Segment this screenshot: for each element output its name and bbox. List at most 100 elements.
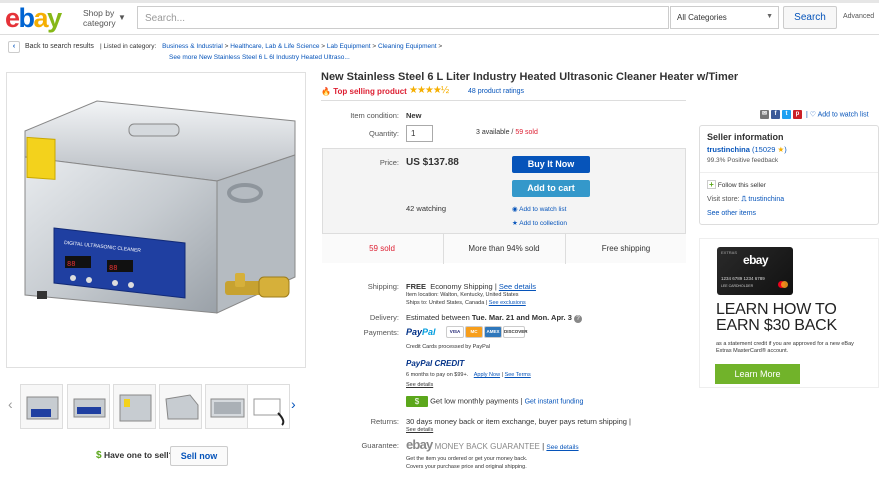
breadcrumb-item[interactable]: Lab Equipment [327, 43, 371, 50]
payments-label: Payments: [363, 328, 399, 337]
sell-now-button[interactable]: Sell now [170, 446, 228, 466]
top-stripe [0, 0, 879, 3]
thumb-prev-arrow[interactable]: ‹ [8, 396, 13, 412]
store-link[interactable]: trustinchina [748, 196, 784, 203]
breadcrumb-item[interactable]: Healthcare, Lab & Life Science [230, 43, 319, 50]
availability: 3 available / 59 sold [476, 129, 538, 136]
search-input[interactable]: Search... [137, 6, 669, 29]
product-title: New Stainless Steel 6 L Liter Industry H… [321, 71, 739, 83]
seller-info-heading: Seller information [707, 132, 784, 142]
stats-row: 59 sold More than 94% sold Free shipping [322, 233, 686, 264]
stat-percent-sold: More than 94% sold [468, 244, 540, 253]
thumbnail[interactable] [20, 384, 63, 429]
buy-it-now-button[interactable]: Buy It Now [512, 156, 590, 173]
plus-icon: + [707, 180, 716, 189]
ratings-link[interactable]: 48 product ratings [468, 88, 524, 95]
rating-stars: ★★★★½ [409, 85, 449, 96]
visa-icon: VISA [446, 326, 464, 338]
instant-funding-link[interactable]: Get instant funding [525, 398, 584, 405]
shop-by-category[interactable]: Shop by category ▼ [83, 8, 126, 28]
see-exclusions-link[interactable]: See exclusions [489, 300, 526, 306]
ebay-logo[interactable]: ebay [5, 5, 62, 32]
thumbnail[interactable] [247, 384, 290, 429]
money-back-guarantee: ebay MONEY BACK GUARANTEE | See details [406, 437, 579, 452]
guarantee-line2: Covers your purchase price and original … [406, 464, 527, 470]
eye-icon: ◉ [512, 206, 518, 213]
ad-subtext: as a statement credit if you are approve… [716, 341, 854, 354]
guarantee-label: Guarantee: [361, 441, 399, 450]
advanced-search-link[interactable]: Advanced [843, 13, 874, 20]
shipping-label: Shipping: [367, 282, 399, 291]
star-icon: ★ [512, 220, 518, 227]
ad-headline: LEARN HOW TO EARN $30 BACK [716, 301, 838, 334]
condition-label: Item condition: [350, 111, 399, 120]
paypal-see-details[interactable]: See details [406, 381, 433, 389]
guarantee-line1: Get the item you ordered or get your mon… [406, 456, 528, 462]
thumb-next-arrow[interactable]: › [291, 396, 296, 412]
heart-icon: ♡ [809, 111, 816, 119]
thumbnail[interactable] [113, 384, 156, 429]
returns-label: Returns: [370, 417, 399, 426]
returns-see-details[interactable]: See details [406, 426, 433, 434]
delivery-label: Delivery: [369, 313, 399, 322]
seller-info-box: Seller information trustinchina (15029 ★… [699, 125, 879, 225]
info-icon[interactable]: ? [574, 315, 582, 323]
svg-text:88: 88 [67, 261, 75, 269]
quantity-input[interactable]: 1 [406, 125, 433, 142]
have-one-to-sell: $ Have one to sell? [96, 450, 174, 461]
divider [700, 172, 878, 173]
visit-store: Visit store: ⎍ trustinchina [707, 196, 785, 203]
email-icon[interactable]: ✉ [760, 110, 769, 119]
seller-name-row: trustinchina (15029 ★) [707, 145, 787, 154]
see-more-link[interactable]: See more New Stainless Steel 6 L 6l Indu… [169, 54, 350, 61]
apply-now-link[interactable]: Apply Now [474, 372, 500, 378]
search-button[interactable]: Search [783, 6, 837, 29]
low-monthly-payments: $ Get low monthly payments | Get instant… [406, 396, 583, 407]
ships-to: Ships to: United States, Canada | See ex… [406, 300, 526, 306]
stat-free-shipping: Free shipping [601, 244, 651, 253]
thumbnail[interactable] [67, 384, 110, 429]
thumbnail[interactable] [205, 384, 248, 429]
delivery-value: Estimated between Tue. Mar. 21 and Mon. … [406, 313, 582, 323]
shipping-see-details[interactable]: See details [499, 282, 536, 291]
category-select[interactable]: All Categories ▼ [670, 6, 779, 29]
pinterest-icon[interactable]: p [793, 110, 802, 119]
share-add-watch-link[interactable]: Add to watch list [818, 111, 869, 118]
breadcrumb: | Listed in category: Business & Industr… [100, 43, 443, 61]
back-to-results[interactable]: ‹ Back to search results [8, 41, 94, 53]
store-icon: ⎍ [741, 196, 747, 203]
add-to-collection-link[interactable]: ★ Add to collection [512, 219, 567, 227]
thumbnail[interactable] [159, 384, 202, 429]
follow-seller[interactable]: + Follow this seller [707, 180, 766, 189]
seller-name-link[interactable]: trustinchina [707, 145, 750, 154]
shipping-value: FREE Economy Shipping | See details [406, 282, 536, 291]
returns-value: 30 days money back or item exchange, buy… [406, 417, 631, 426]
paypal-credit-terms: 6 months to pay on $99+. Apply Now | See… [406, 372, 531, 378]
money-icon: $ [406, 396, 428, 407]
ultrasonic-cleaner-image: DIGITAL ULTRASONIC CLEANER 88 88 [24, 100, 296, 314]
dollar-icon: $ [96, 450, 102, 461]
watching-count: 42 watching [406, 204, 447, 213]
header-divider [0, 34, 879, 35]
add-to-cart-button[interactable]: Add to cart [512, 180, 590, 197]
seller-feedback: 99.3% Positive feedback [707, 157, 779, 164]
ebay-extras-ad[interactable]: EXTRAS ebay 1234 6789 1234 6789 LEE CARD… [699, 238, 879, 388]
breadcrumb-item[interactable]: Cleaning Equipment [378, 43, 437, 50]
add-to-watch-list-link[interactable]: ◉ Add to watch list [512, 205, 566, 213]
see-other-items-link[interactable]: See other items [707, 210, 756, 217]
twitter-icon[interactable]: t [782, 110, 791, 119]
chevron-down-icon: ▼ [118, 13, 126, 22]
mastercard-icon [778, 281, 788, 288]
paypal-credit-logo: PayPal CREDIT [406, 359, 465, 368]
discover-icon: DISCOVER [503, 326, 528, 338]
item-location: Item location: Walton, Kentucky, United … [406, 292, 519, 298]
learn-more-button[interactable]: Learn More [715, 364, 800, 384]
guarantee-see-details[interactable]: See details [546, 444, 578, 451]
see-terms-link[interactable]: See Terms [505, 372, 531, 378]
svg-text:88: 88 [109, 265, 117, 273]
product-image[interactable]: DIGITAL ULTRASONIC CLEANER 88 88 [6, 72, 306, 368]
chevron-down-icon: ▼ [766, 13, 773, 20]
price: US $137.88 [406, 157, 459, 168]
facebook-icon[interactable]: f [771, 110, 780, 119]
breadcrumb-item[interactable]: Business & Industrial [162, 43, 223, 50]
